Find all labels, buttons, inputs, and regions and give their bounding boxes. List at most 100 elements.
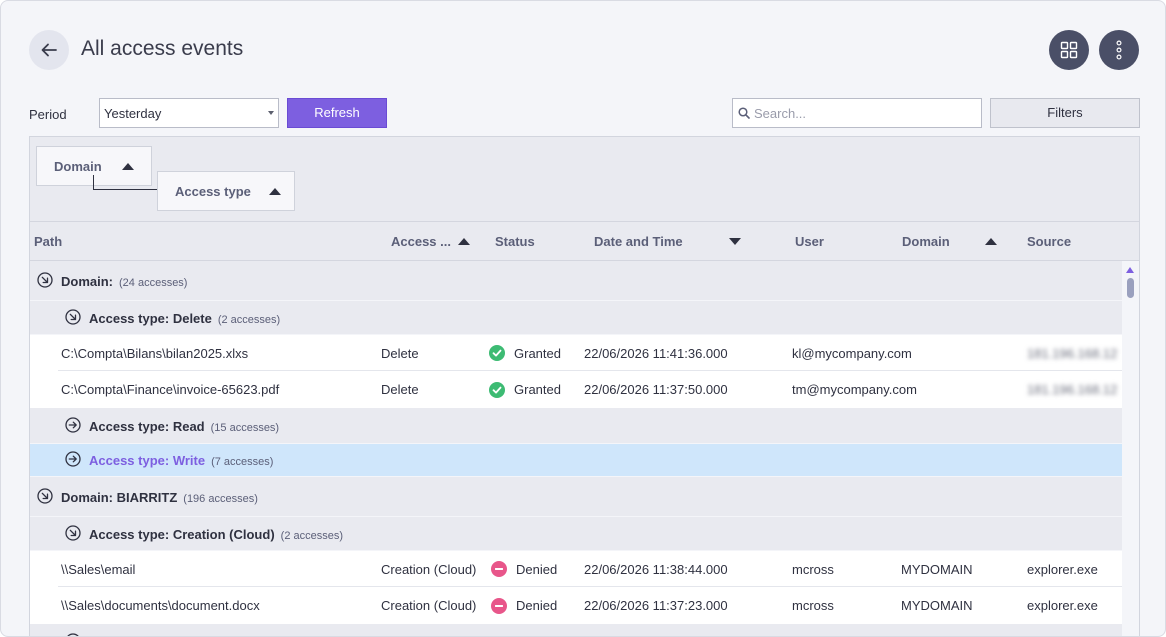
refresh-button[interactable]: Refresh — [287, 98, 387, 128]
cell-path: C:\Compta\Bilans\bilan2025.xlxs — [61, 345, 249, 361]
cell-source: explorer.exe — [1027, 598, 1098, 613]
cell-user: kl@mycompany.com — [792, 345, 912, 361]
subgroup-row-selected[interactable]: Access type: Write (7 accesses) — [30, 444, 1122, 477]
more-options-button[interactable] — [1099, 30, 1139, 70]
scroll-up-arrow-icon[interactable] — [1126, 267, 1134, 273]
sort-ascending-icon — [458, 238, 470, 245]
cell-datetime: 22/06/2026 11:37:23.000 — [584, 598, 728, 613]
column-label: Access ... — [391, 234, 451, 249]
status-text: Denied — [516, 598, 558, 613]
subgroup-row[interactable] — [30, 624, 1122, 637]
group-chip-label: Access type — [175, 183, 251, 199]
group-row[interactable]: Domain: BIARRITZ (196 accesses) — [30, 477, 1122, 517]
cell-access: Creation (Cloud) — [381, 561, 477, 577]
search-input[interactable] — [754, 105, 969, 121]
group-row[interactable]: Domain: (24 accesses) — [30, 261, 1122, 301]
scroll-thumb[interactable] — [1127, 278, 1134, 298]
group-chip-label: Domain — [54, 158, 102, 174]
subgroup-label: Access type: Write (7 accesses) — [89, 453, 274, 468]
grid-icon — [1060, 41, 1078, 59]
granted-check-icon — [489, 381, 505, 398]
filters-button[interactable]: Filters — [990, 98, 1140, 128]
cell-status: Granted — [489, 371, 561, 408]
cell-status: Denied — [491, 587, 557, 624]
collapse-circle-icon[interactable] — [65, 633, 81, 637]
cell-access: Creation (Cloud) — [381, 598, 477, 613]
expand-circle-icon[interactable] — [65, 417, 81, 433]
collapse-circle-icon[interactable] — [65, 309, 81, 325]
group-chip-domain[interactable]: Domain — [36, 146, 152, 186]
table-row[interactable]: \\Sales\documents\document.docx Creation… — [30, 587, 1122, 624]
column-header-domain[interactable]: Domain — [902, 222, 997, 261]
sort-ascending-icon — [984, 238, 997, 245]
cell-status: Granted — [489, 335, 561, 371]
back-button[interactable] — [29, 30, 69, 70]
group-label: Domain: BIARRITZ (196 accesses) — [61, 490, 258, 505]
column-label: Domain — [902, 234, 950, 249]
grid-rows: Domain: (24 accesses) Access type: Delete… — [30, 261, 1122, 637]
column-header-row: Path Access ... Status Date and Time Use… — [30, 222, 1139, 261]
cell-user: mcross — [792, 598, 834, 613]
expand-circle-icon[interactable] — [65, 451, 81, 467]
cell-source-redacted: 181.196.168.12 — [1027, 345, 1118, 361]
subgroup-label: Access type: Creation (Cloud) (2 accesses… — [89, 527, 344, 542]
cell-user: mcross — [792, 561, 834, 577]
cell-access: Delete — [381, 382, 419, 397]
collapse-circle-icon[interactable] — [37, 272, 53, 288]
column-header-source[interactable]: Source — [1027, 222, 1071, 261]
dropdown-caret-icon — [268, 111, 274, 115]
column-header-access[interactable]: Access ... — [391, 222, 470, 261]
search-box[interactable] — [732, 98, 982, 128]
subgroup-row[interactable]: Access type: Read (15 accesses) — [30, 408, 1122, 444]
sort-ascending-icon — [121, 162, 134, 170]
search-icon — [738, 107, 750, 119]
cell-source-redacted: 181.196.168.12 — [1027, 382, 1118, 397]
status-text: Granted — [514, 345, 561, 361]
cell-datetime: 22/06/2026 11:37:50.000 — [584, 382, 728, 397]
cell-path: \\Sales\documents\document.docx — [61, 598, 260, 613]
period-select[interactable]: Yesterday — [99, 98, 279, 128]
table-row[interactable]: C:\Compta\Finance\invoice-65623.pdf Dele… — [30, 371, 1122, 408]
subgroup-label: Access type: Read (15 accesses) — [89, 419, 280, 434]
sort-descending-icon — [728, 238, 741, 245]
cell-domain: MYDOMAIN — [901, 598, 973, 613]
page-title: All access events — [81, 37, 244, 60]
column-header-datetime[interactable]: Date and Time — [594, 222, 741, 261]
column-label: User — [795, 234, 824, 249]
denied-icon — [491, 597, 507, 614]
cell-status: Denied — [491, 551, 557, 587]
cell-user: tm@mycompany.com — [792, 382, 917, 397]
cell-datetime: 22/06/2026 11:38:44.000 — [584, 561, 728, 577]
period-value: Yesterday — [104, 106, 162, 121]
subgroup-row[interactable]: Access type: Creation (Cloud) (2 accesses… — [30, 517, 1122, 551]
status-text: Granted — [514, 382, 561, 397]
collapse-circle-icon[interactable] — [65, 525, 81, 541]
period-label: Period — [29, 107, 67, 122]
cell-domain: MYDOMAIN — [901, 561, 973, 577]
column-header-user[interactable]: User — [795, 222, 824, 261]
group-connector — [93, 175, 94, 190]
subgroup-row[interactable]: Access type: Delete (2 accesses) — [30, 301, 1122, 335]
more-vertical-icon — [1116, 40, 1122, 60]
group-chip-access-type[interactable]: Access type — [157, 171, 295, 211]
status-text: Denied — [516, 561, 558, 577]
column-header-status[interactable]: Status — [495, 222, 535, 261]
cell-source: explorer.exe — [1027, 561, 1098, 577]
arrow-left-icon — [41, 43, 57, 57]
column-label: Source — [1027, 234, 1072, 249]
column-header-path[interactable]: Path — [34, 222, 62, 261]
column-label: Path — [34, 234, 63, 249]
cell-access: Delete — [381, 345, 419, 361]
table-row[interactable]: \\Sales\email Creation (Cloud) Denied 22… — [30, 551, 1122, 587]
vertical-scrollbar[interactable] — [1122, 261, 1139, 636]
table-row[interactable]: C:\Compta\Bilans\bilan2025.xlxs Delete G… — [30, 335, 1122, 371]
group-by-panel: Domain Access type — [30, 137, 1139, 222]
grid-view-button[interactable] — [1049, 30, 1089, 70]
cell-path: C:\Compta\Finance\invoice-65623.pdf — [61, 382, 280, 397]
group-label: Domain: (24 accesses) — [61, 274, 188, 289]
group-connector — [93, 189, 157, 190]
collapse-circle-icon[interactable] — [37, 488, 53, 504]
column-label: Status — [495, 234, 535, 249]
access-events-grid: Domain Access type Path Access ... Statu… — [29, 136, 1140, 637]
column-label: Date and Time — [594, 234, 683, 249]
